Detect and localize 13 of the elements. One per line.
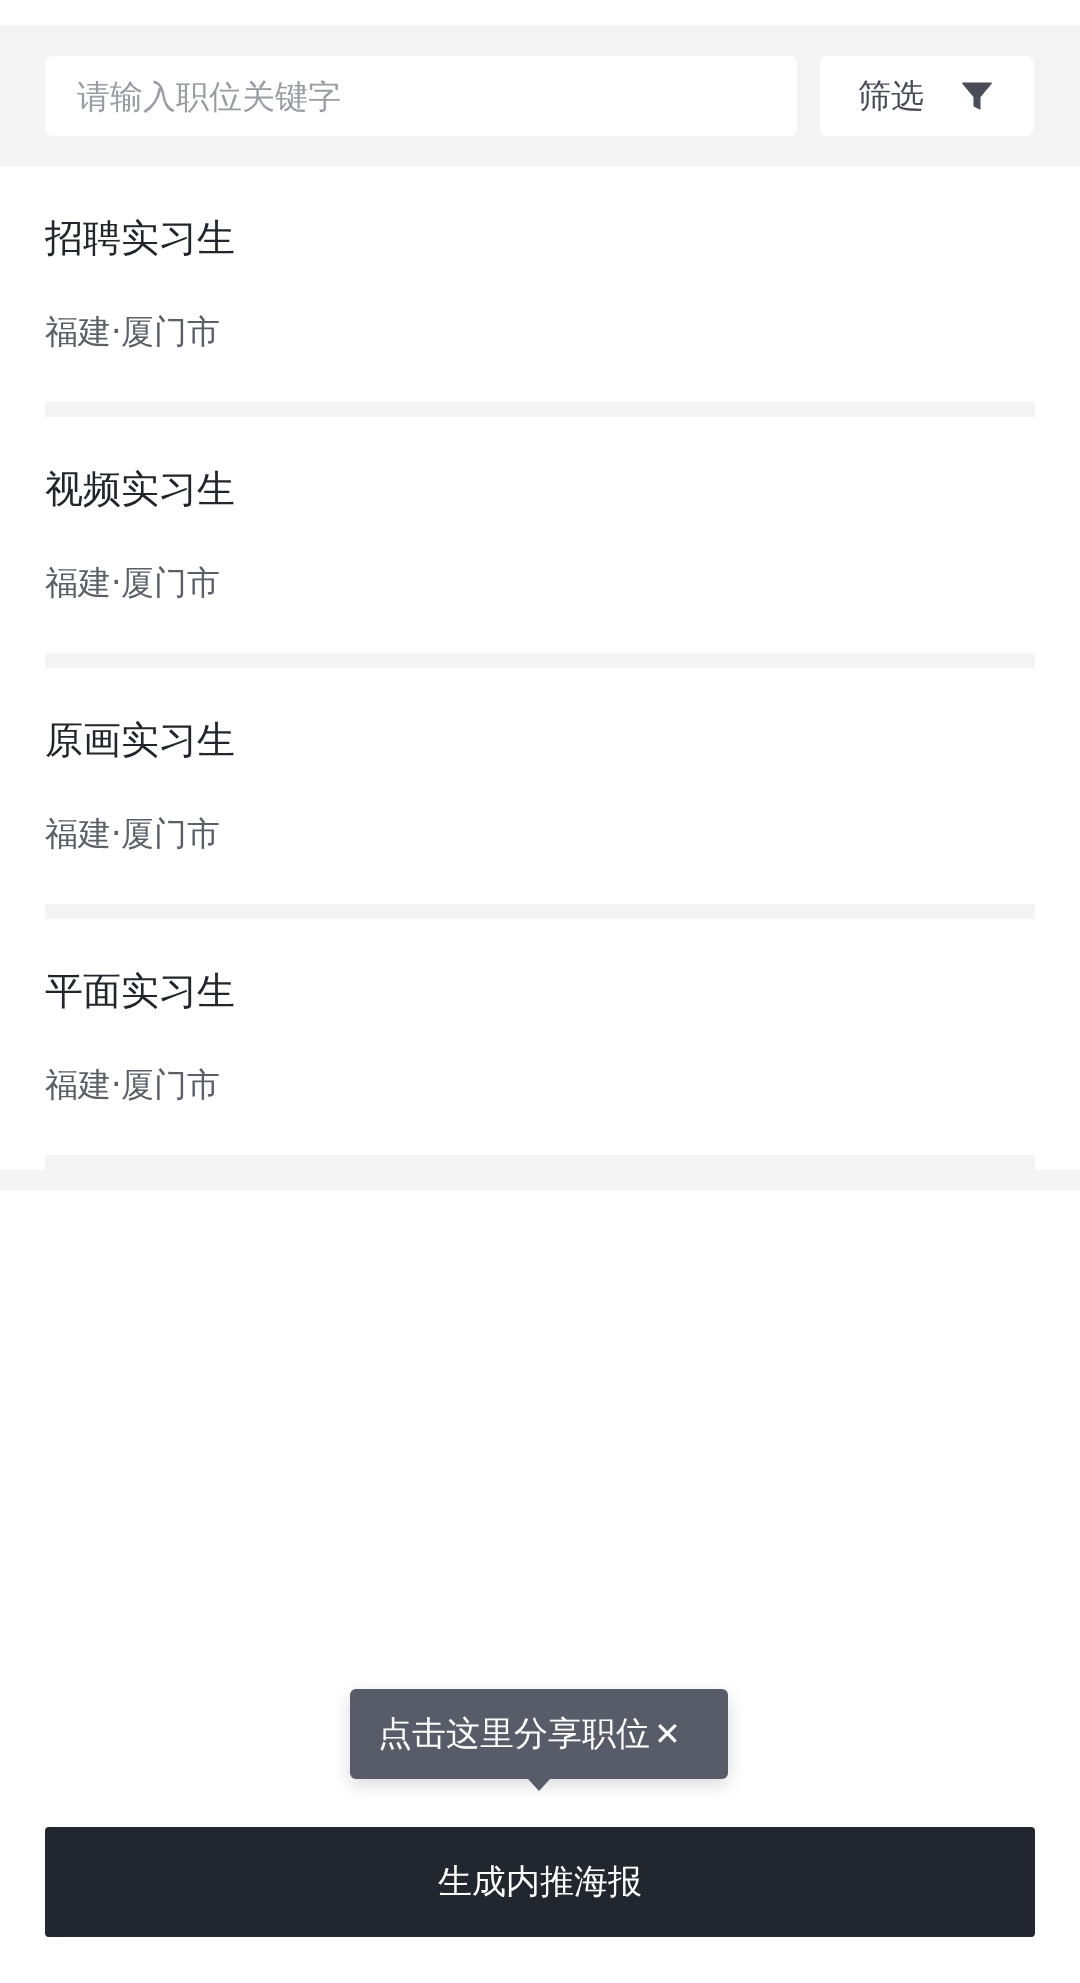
job-location: 福建·厦门市	[45, 1065, 222, 1105]
job-title[interactable]: 视频实习生	[45, 465, 1035, 513]
generate-poster-button[interactable]: 生成内推海报	[45, 1827, 1035, 1937]
job-title[interactable]: 招聘实习生	[45, 214, 1035, 262]
job-location: 福建·厦门市	[45, 563, 222, 603]
tooltip-text: 点击这里分享职位	[378, 1712, 650, 1755]
close-button[interactable]: ✕	[654, 1715, 681, 1753]
job-title[interactable]: 平面实习生	[45, 967, 1035, 1015]
search-field[interactable]: 请输入职位关键字	[45, 56, 797, 136]
job-location: 福建·厦门市	[45, 312, 222, 352]
filter-button[interactable]: 筛选	[820, 56, 1034, 136]
job-title[interactable]: 原画实习生	[45, 716, 1035, 764]
job-location: 福建·厦门市	[45, 814, 222, 854]
